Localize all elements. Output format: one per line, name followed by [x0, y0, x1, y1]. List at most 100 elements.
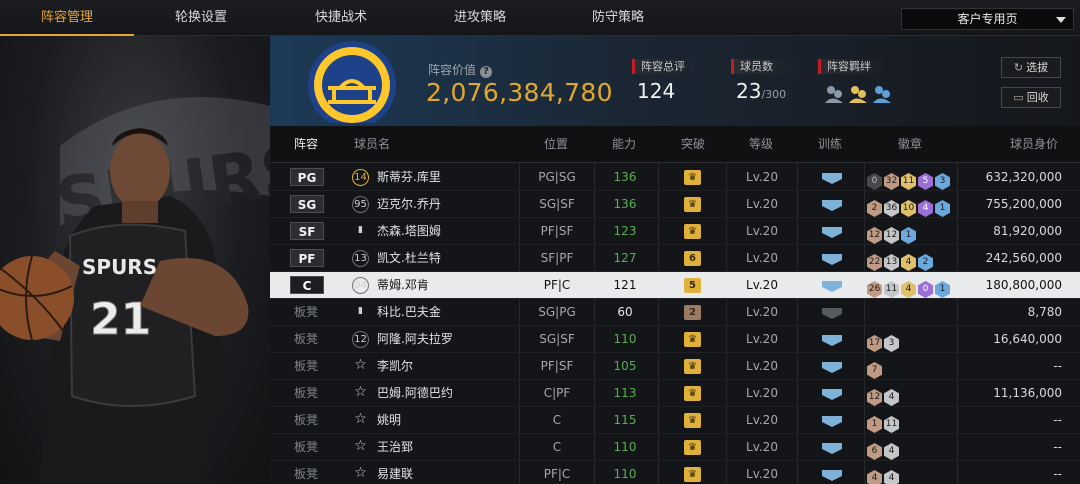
table-row[interactable]: 板凳 ☆ 巴姆.阿德巴约 C|PF 113 ♛ Lv.20 12 4 11,136,000 — [270, 380, 1080, 407]
player-name[interactable]: 斯蒂芬.库里 — [377, 164, 441, 190]
breakthrough-badge-icon[interactable]: ♛ — [684, 386, 701, 401]
breakthrough-badge-icon[interactable]: ♛ — [684, 440, 701, 455]
badge-medal-icon[interactable]: 4 — [867, 470, 882, 484]
help-icon[interactable]: ? — [480, 66, 493, 78]
badge-medal-icon[interactable]: 1 — [935, 200, 950, 217]
training-icon[interactable] — [821, 225, 843, 239]
training-icon[interactable] — [821, 333, 843, 347]
table-row[interactable]: SG 95 迈克尔.乔丹 SG|SF 136 ♛ Lv.20 2 36 10 4 1 755,200,0… — [270, 191, 1080, 218]
badge-medal-icon[interactable]: 11 — [884, 416, 899, 433]
badge-medal-icon[interactable]: 7 — [867, 362, 882, 379]
player-name[interactable]: 王治郅 — [377, 434, 413, 460]
pick-button[interactable]: ↻ 选拔 — [1001, 57, 1061, 78]
badge-medal-icon[interactable]: 3 — [884, 335, 899, 352]
badge-medal-icon[interactable]: 4 — [901, 254, 916, 271]
breakthrough-badge-icon[interactable]: ♛ — [684, 332, 701, 347]
breakthrough-badge-icon[interactable]: ♛ — [684, 170, 701, 185]
table-row[interactable]: C 04 蒂姆.邓肯 PF|C 121 5 Lv.20 26 11 4 0 1 180,800,000 — [270, 272, 1080, 299]
badge-medal-icon[interactable]: 3 — [935, 173, 950, 190]
player-name[interactable]: 易建联 — [377, 461, 413, 484]
player-name[interactable]: 李凯尔 — [377, 353, 413, 379]
training-icon[interactable] — [821, 306, 843, 320]
badge-medal-icon[interactable]: 11 — [901, 173, 916, 190]
badge-medal-icon[interactable]: 0 — [867, 173, 882, 190]
bond-icons[interactable] — [825, 83, 893, 105]
table-row[interactable]: 板凳 ☆ 王治郅 C 110 ♛ Lv.20 6 4 -- — [270, 434, 1080, 461]
badge-medal-icon[interactable]: 2 — [918, 254, 933, 271]
badge-medal-icon[interactable]: 11 — [884, 281, 899, 298]
col-header-lineup[interactable]: 阵容 — [294, 126, 318, 163]
badge-medal-icon[interactable]: 4 — [884, 470, 899, 484]
tab-rotation-settings[interactable]: 轮换设置 — [134, 0, 268, 36]
badge-medal-icon[interactable]: 12 — [884, 227, 899, 244]
tab-offense-strategy[interactable]: 进攻策略 — [413, 0, 547, 36]
badge-medal-icon[interactable]: 4 — [918, 200, 933, 217]
tab-quick-tactics[interactable]: 快捷战术 — [274, 0, 408, 36]
breakthrough-badge-icon[interactable]: 2 — [684, 305, 701, 320]
col-header-badges[interactable]: 徽章 — [898, 126, 922, 163]
badge-medal-icon[interactable]: 32 — [884, 173, 899, 190]
player-name[interactable]: 凯文.杜兰特 — [377, 245, 441, 271]
badge-medal-icon[interactable]: 12 — [867, 227, 882, 244]
player-name[interactable]: 巴姆.阿德巴约 — [377, 380, 453, 406]
recycle-button[interactable]: ▭ 回收 — [1001, 87, 1061, 108]
table-row[interactable]: 板凳 12 阿隆.阿夫拉罗 SG|SF 110 ♛ Lv.20 17 3 16,640,000 — [270, 326, 1080, 353]
col-header-name[interactable]: 球员名 — [354, 126, 390, 163]
training-icon[interactable] — [821, 387, 843, 401]
tab-defense-strategy[interactable]: 防守策略 — [551, 0, 685, 36]
client-page-select[interactable]: 客户专用页 — [901, 8, 1074, 30]
training-icon[interactable] — [821, 360, 843, 374]
badge-medal-icon[interactable]: 2 — [867, 200, 882, 217]
badge-medal-icon[interactable]: 4 — [901, 281, 916, 298]
col-header-level[interactable]: 等级 — [749, 126, 773, 163]
training-icon[interactable] — [821, 279, 843, 293]
badge-medal-icon[interactable]: 1 — [867, 416, 882, 433]
player-name[interactable]: 蒂姆.邓肯 — [377, 272, 429, 298]
badge-medal-icon[interactable]: 36 — [884, 200, 899, 217]
badge-medal-icon[interactable]: 1 — [935, 281, 950, 298]
training-icon[interactable] — [821, 468, 843, 482]
breakthrough-badge-icon[interactable]: ♛ — [684, 413, 701, 428]
training-icon[interactable] — [821, 441, 843, 455]
badge-medal-icon[interactable]: 0 — [918, 281, 933, 298]
player-name[interactable]: 姚明 — [377, 407, 401, 433]
table-row[interactable]: PF 13 凯文.杜兰特 SF|PF 127 6 Lv.20 22 13 4 2 242,560,00… — [270, 245, 1080, 272]
badge-medal-icon[interactable]: 4 — [884, 443, 899, 460]
badge-medal-icon[interactable]: 12 — [867, 389, 882, 406]
breakthrough-badge-icon[interactable]: ♛ — [684, 224, 701, 239]
table-row[interactable]: SF ▮ 杰森.塔图姆 PF|SF 123 ♛ Lv.20 12 12 1 81,920,000 — [270, 218, 1080, 245]
table-row[interactable]: 板凳 ☆ 姚明 C 115 ♛ Lv.20 1 11 -- — [270, 407, 1080, 434]
breakthrough-badge-icon[interactable]: ♛ — [684, 197, 701, 212]
training-icon[interactable] — [821, 414, 843, 428]
col-header-training[interactable]: 训练 — [818, 126, 842, 163]
badge-medal-icon[interactable]: 4 — [884, 389, 899, 406]
training-icon[interactable] — [821, 198, 843, 212]
badge-medal-icon[interactable]: 26 — [867, 281, 882, 298]
badge-medal-icon[interactable]: 10 — [901, 200, 916, 217]
col-header-ability[interactable]: 能力 — [612, 126, 636, 163]
player-name[interactable]: 科比.巴夫金 — [377, 299, 441, 325]
col-header-value[interactable]: 球员身价 — [1010, 126, 1058, 163]
player-name[interactable]: 杰森.塔图姆 — [377, 218, 441, 244]
badge-medal-icon[interactable]: 17 — [867, 335, 882, 352]
table-row[interactable]: PG 14 斯蒂芬.库里 PG|SG 136 ♛ Lv.20 0 32 11 5 3 632,320,0… — [270, 164, 1080, 191]
table-row[interactable]: 板凳 ☆ 易建联 PF|C 110 ♛ Lv.20 4 4 -- — [270, 461, 1080, 484]
breakthrough-badge-icon[interactable]: 6 — [684, 251, 701, 266]
breakthrough-badge-icon[interactable]: ♛ — [684, 359, 701, 374]
table-row[interactable]: 板凳 ▮ 科比.巴夫金 SG|PG 60 2 Lv.20 8,780 — [270, 299, 1080, 326]
training-icon[interactable] — [821, 171, 843, 185]
col-header-position[interactable]: 位置 — [544, 126, 568, 163]
badge-medal-icon[interactable]: 22 — [867, 254, 882, 271]
breakthrough-badge-icon[interactable]: ♛ — [684, 467, 701, 482]
breakthrough-badge-icon[interactable]: 5 — [684, 278, 701, 293]
training-icon[interactable] — [821, 252, 843, 266]
badge-medal-icon[interactable]: 1 — [901, 227, 916, 244]
badge-medal-icon[interactable]: 6 — [867, 443, 882, 460]
player-name[interactable]: 迈克尔.乔丹 — [377, 191, 441, 217]
tab-lineup-management[interactable]: 阵容管理 — [0, 0, 134, 36]
col-header-breakthrough[interactable]: 突破 — [681, 126, 705, 163]
badge-medal-icon[interactable]: 13 — [884, 254, 899, 271]
player-name[interactable]: 阿隆.阿夫拉罗 — [377, 326, 453, 352]
badge-medal-icon[interactable]: 5 — [918, 173, 933, 190]
table-row[interactable]: 板凳 ☆ 李凯尔 PF|SF 105 ♛ Lv.20 7 -- — [270, 353, 1080, 380]
